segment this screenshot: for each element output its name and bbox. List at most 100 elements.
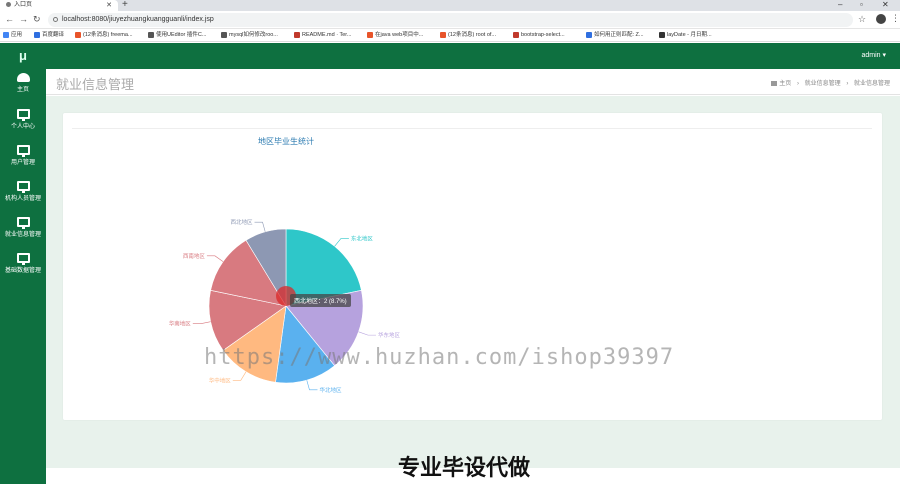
breadcrumb-section[interactable]: 就业信息管理 <box>805 81 841 87</box>
watermark-text: https://www.huzhan.com/ishop39397 <box>204 345 675 370</box>
bookmark-icon <box>148 31 154 38</box>
sidebar: μ 主页 个人中心 用户管理 机构人员管理 就业信息管理 基础数据管理 <box>0 43 46 484</box>
url-input[interactable]: localhost:8080/jiuyezhuangkuangguanli/in… <box>48 13 853 27</box>
bookmark-label: bootstrap-select... <box>521 32 565 38</box>
page-icon <box>6 1 11 7</box>
sidebar-item-label: 个人中心 <box>10 124 35 130</box>
page-header: 就业信息管理 主页 › 就业信息管理 › 就业信息管理 <box>46 69 900 95</box>
bookmark-item[interactable]: bootstrap-select... <box>513 29 565 41</box>
bookmark-icon <box>221 31 227 38</box>
chart-title: 地区毕业生统计 <box>258 136 314 146</box>
sidebar-item-label: 就业信息管理 <box>4 232 41 238</box>
slice-label-line <box>306 380 318 391</box>
minimize-icon[interactable]: – <box>838 0 842 10</box>
slice-label: 西南地区 <box>183 252 206 260</box>
app-logo: μ <box>19 48 27 63</box>
bookmark-icon <box>75 31 81 38</box>
slice-label: 华东地区 <box>378 331 401 339</box>
breadcrumb-current: 就业信息管理 <box>853 81 890 87</box>
bookmark-icon <box>367 31 373 38</box>
breadcrumb-separator: › <box>796 81 799 87</box>
close-tab-icon[interactable]: ✕ <box>106 0 112 11</box>
bookmark-label: 在java web项目中... <box>375 32 424 38</box>
tab-title: 入口页 <box>14 2 33 8</box>
slice-label-line <box>206 255 224 262</box>
panel-divider <box>72 128 872 129</box>
bookmark-icon <box>3 31 9 38</box>
bookmarks-bar: 应用 百度翻译 (12条消息) freema... 使用UEditor 插件C... m… <box>0 29 900 42</box>
page-title: 就业信息管理 <box>56 77 135 92</box>
sidebar-item-users[interactable]: 用户管理 <box>0 145 46 166</box>
profile-icon[interactable] <box>876 14 886 24</box>
sidebar-item-employment[interactable]: 就业信息管理 <box>0 217 46 238</box>
slice-label: 西北地区 <box>231 218 254 226</box>
forward-icon[interactable]: → <box>19 14 28 24</box>
browser-tab[interactable]: 入口页 ✕ <box>0 0 118 11</box>
slice-label: 华南地区 <box>169 320 192 328</box>
sidebar-item-label: 主页 <box>16 87 29 93</box>
bookmark-item[interactable]: 百度翻译 <box>34 29 65 41</box>
bookmark-item[interactable]: README.md · Ter... <box>294 29 352 41</box>
monitor-icon <box>16 109 30 121</box>
dashboard-icon <box>16 73 30 82</box>
chart-tooltip: 西北地区：2 (8.7%) <box>290 294 351 307</box>
bookmark-item[interactable]: 应用 <box>3 29 23 41</box>
sidebar-item-basic-data[interactable]: 基础数据管理 <box>0 253 46 274</box>
breadcrumb-home[interactable]: 主页 <box>779 81 791 87</box>
new-tab-button[interactable]: + <box>122 0 128 10</box>
bookmark-icon <box>294 31 300 38</box>
reload-icon[interactable]: ↻ <box>33 14 41 25</box>
bookmark-item[interactable]: 在java web项目中... <box>367 29 424 41</box>
address-bar: ← → ↻ localhost:8080/jiuyezhuangkuanggua… <box>0 11 900 29</box>
browser-menu-icon[interactable]: ⋮ <box>891 13 900 24</box>
bookmark-item[interactable]: 使用UEditor 插件C... <box>148 29 207 41</box>
browser-tabbar: 入口页 ✕ + – ▫ ✕ <box>0 0 900 11</box>
top-navbar: admin ▾ <box>46 43 900 69</box>
sidebar-item-label: 机构人员管理 <box>4 196 41 202</box>
monitor-icon <box>16 217 30 229</box>
slice-label-line <box>334 238 349 247</box>
monitor-icon <box>16 181 30 193</box>
slice-label: 东北地区 <box>351 235 374 243</box>
bookmark-label: (12条消息) root of... <box>448 32 496 38</box>
sidebar-item-label: 基础数据管理 <box>4 268 41 274</box>
bookmark-item[interactable]: (12条消息) freema... <box>75 29 133 41</box>
bookmark-label: 如何用正则匹配: Z... <box>594 32 644 38</box>
home-icon <box>771 81 778 86</box>
promo-caption: 专业毕设代做 <box>398 456 531 481</box>
bookmark-label: 应用 <box>11 32 23 38</box>
sidebar-item-label: 用户管理 <box>10 160 35 166</box>
bookmark-item[interactable]: mysql如何修改roo... <box>221 29 278 41</box>
bookmark-label: mysql如何修改roo... <box>229 32 278 38</box>
bookmark-label: README.md · Ter... <box>302 32 352 38</box>
bookmark-icon <box>440 31 446 38</box>
breadcrumb: 主页 › 就业信息管理 › 就业信息管理 <box>771 78 890 87</box>
sidebar-item-home[interactable]: 主页 <box>0 73 46 93</box>
slice-label: 华北地区 <box>319 386 342 394</box>
breadcrumb-separator: › <box>846 81 849 87</box>
monitor-icon <box>16 145 30 157</box>
slice-label-line <box>358 331 376 336</box>
bookmark-item[interactable]: 如何用正则匹配: Z... <box>586 29 644 41</box>
window-close-icon[interactable]: ✕ <box>882 0 889 10</box>
bookmark-icon <box>659 31 665 38</box>
back-icon[interactable]: ← <box>5 14 14 24</box>
slice-label-line <box>232 371 247 381</box>
info-icon <box>53 17 58 22</box>
monitor-icon <box>16 253 30 265</box>
bookmark-item[interactable]: layDate - 月日期... <box>659 29 712 41</box>
bookmark-star-icon[interactable]: ☆ <box>858 14 866 25</box>
maximize-icon[interactable]: ▫ <box>860 0 863 10</box>
bookmark-item[interactable]: (12条消息) root of... <box>440 29 496 41</box>
bookmark-label: 使用UEditor 插件C... <box>156 32 207 38</box>
bookmark-icon <box>34 31 40 38</box>
bookmark-icon <box>586 31 592 38</box>
bookmark-label: (12条消息) freema... <box>83 32 133 38</box>
url-text: localhost:8080/jiuyezhuangkuangguanli/in… <box>62 16 214 23</box>
user-menu[interactable]: admin ▾ <box>861 51 886 59</box>
bookmark-label: 百度翻译 <box>42 32 65 38</box>
sidebar-item-staff[interactable]: 机构人员管理 <box>0 181 46 202</box>
slice-label: 华中地区 <box>209 376 232 384</box>
bookmark-icon <box>513 31 519 38</box>
sidebar-item-profile[interactable]: 个人中心 <box>0 109 46 130</box>
